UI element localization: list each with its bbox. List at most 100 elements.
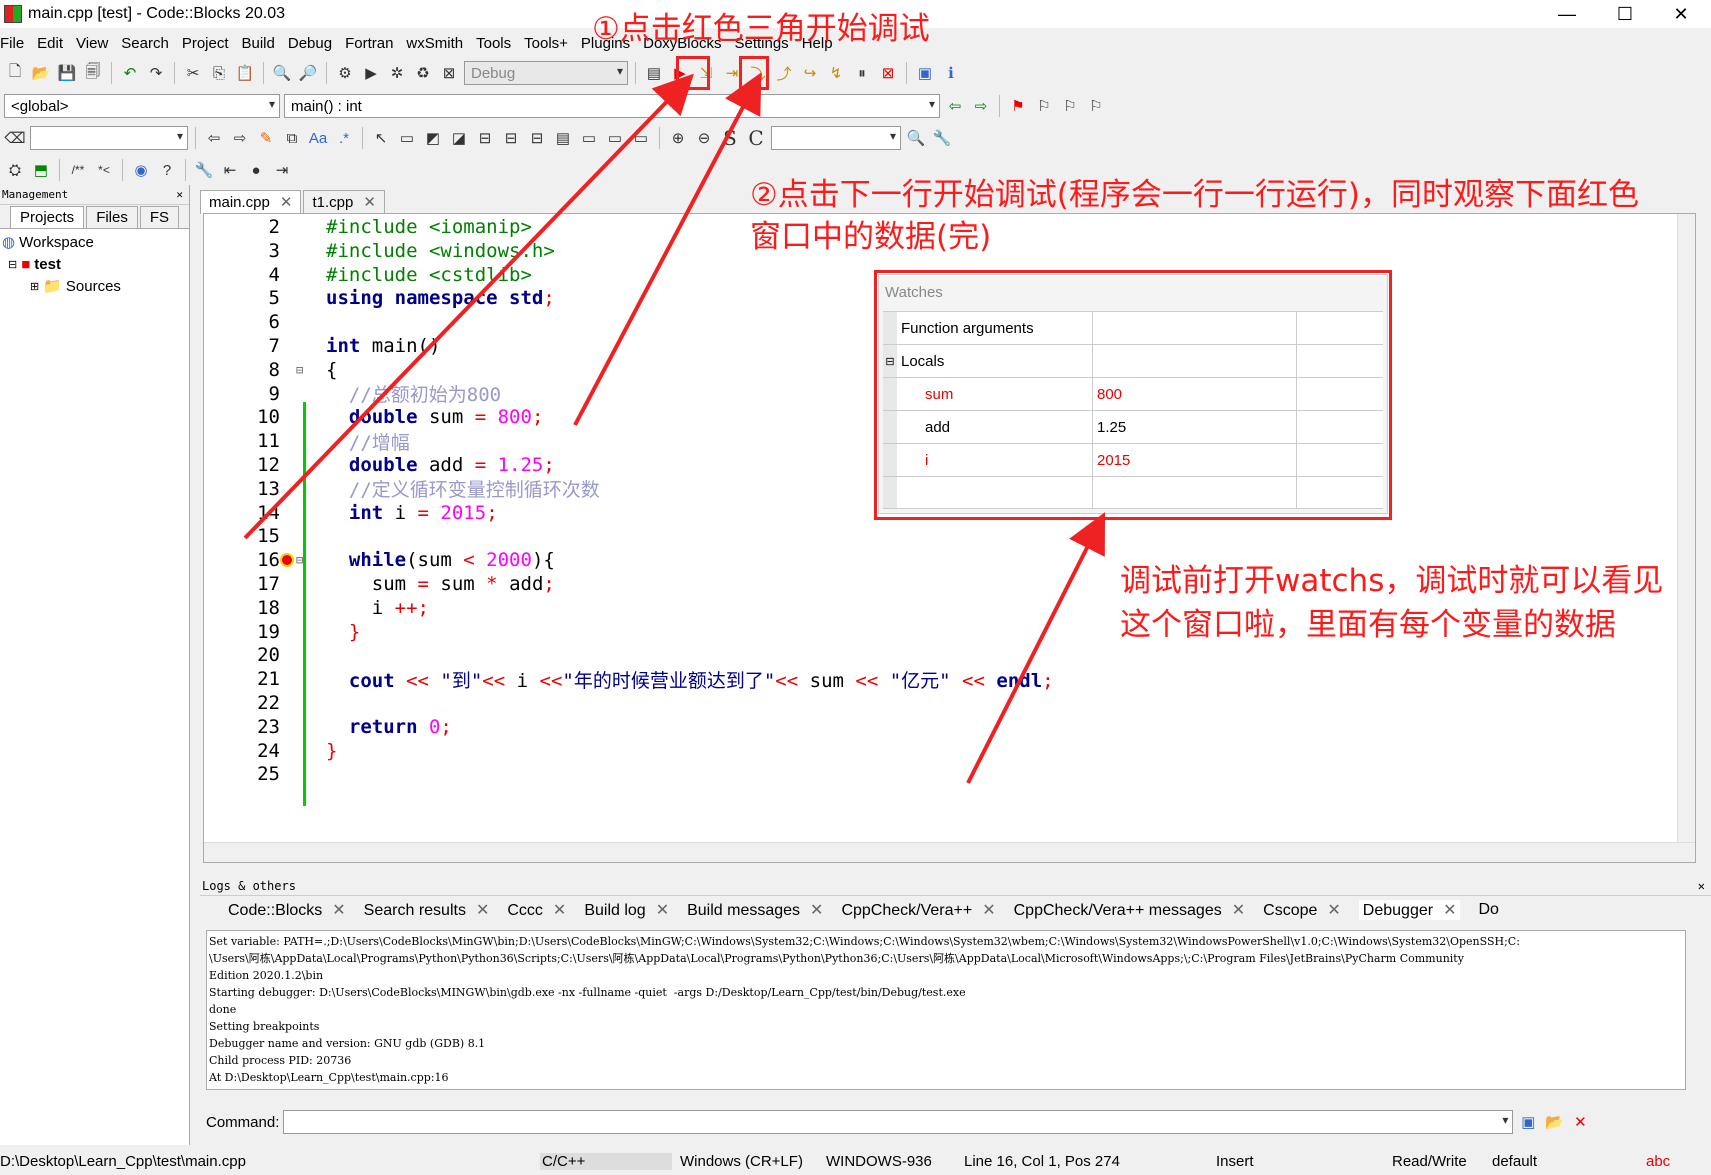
run-icon[interactable]: ▶ xyxy=(360,62,382,84)
debug-start-icon[interactable]: ▶ xyxy=(669,62,691,84)
watch-row[interactable]: Function arguments xyxy=(883,311,1383,344)
doxywizard-icon[interactable]: ⛭ xyxy=(4,159,26,181)
editor-vscrollbar[interactable] xyxy=(1677,214,1695,862)
block-comment-icon[interactable]: /** xyxy=(67,159,89,181)
c-icon[interactable]: C xyxy=(745,126,767,150)
fold-icon[interactable]: ⊟ xyxy=(296,363,303,377)
zoom-combo[interactable]: ▾ xyxy=(771,126,901,150)
tab-cscope[interactable]: Cscope ✕ xyxy=(1263,900,1341,920)
code-line[interactable]: 15 xyxy=(204,523,1694,549)
help-icon[interactable]: ? xyxy=(156,159,178,181)
tab-codeblocks-log[interactable]: Code::Blocks ✕ xyxy=(228,900,346,920)
tab-debugger[interactable]: Debugger ✕ xyxy=(1358,900,1461,920)
tab-build-log[interactable]: Build log ✕ xyxy=(584,900,669,920)
tab-build-messages[interactable]: Build messages ✕ xyxy=(687,900,823,920)
rebuild-icon[interactable]: ♻ xyxy=(412,62,434,84)
menu-view[interactable]: View xyxy=(76,35,108,52)
shape6-icon[interactable]: ▭ xyxy=(604,127,626,149)
cut-icon[interactable]: ✂ xyxy=(182,62,204,84)
shape5-icon[interactable]: ▭ xyxy=(578,127,600,149)
highlight-icon[interactable]: ✎ xyxy=(255,127,277,149)
bookmark-clear-icon[interactable]: ⚐ xyxy=(1085,95,1107,117)
prev-arrow-icon[interactable]: ⇦ xyxy=(944,95,966,117)
jump-dot-icon[interactable]: ● xyxy=(245,159,267,181)
menu-tools[interactable]: Tools xyxy=(476,35,511,52)
code-line[interactable]: 23 return 0; xyxy=(204,714,1694,740)
match-case-icon[interactable]: Aa xyxy=(307,127,329,149)
if-icon[interactable]: ◩ xyxy=(422,127,444,149)
info-icon[interactable]: ℹ xyxy=(940,62,962,84)
menu-build[interactable]: Build xyxy=(242,35,275,52)
shape3-icon[interactable]: ⊟ xyxy=(526,127,548,149)
run-to-cursor-icon[interactable]: ⇲ xyxy=(695,62,717,84)
tab-cccc[interactable]: Cccc ✕ xyxy=(507,900,566,920)
open-icon[interactable]: 📂 xyxy=(30,62,52,84)
save-icon[interactable]: 💾 xyxy=(56,62,78,84)
menu-debug[interactable]: Debug xyxy=(288,35,332,52)
shape4-icon[interactable]: ▤ xyxy=(552,127,574,149)
menu-wxsmith[interactable]: wxSmith xyxy=(406,35,463,52)
copy-icon[interactable]: ⎘ xyxy=(208,62,230,84)
extract-icon[interactable]: ⬒ xyxy=(30,159,52,181)
close-tab-icon[interactable]: ✕ xyxy=(280,194,293,211)
code-line[interactable]: 25 xyxy=(204,761,1694,787)
logs-close-icon[interactable]: ✕ xyxy=(1698,879,1705,893)
line-comment-icon[interactable]: *< xyxy=(93,159,115,181)
tab-projects[interactable]: Projects xyxy=(10,206,85,228)
function-select[interactable]: main() : int ▾ xyxy=(284,94,940,118)
tab-t1-cpp[interactable]: t1.cpp ✕ xyxy=(303,190,385,214)
code-line[interactable]: 24} xyxy=(204,738,1694,764)
watch-row[interactable]: i 2015 xyxy=(883,443,1383,476)
code-line[interactable]: 20 xyxy=(204,642,1694,668)
tree-project[interactable]: ⊟ ■ test xyxy=(2,253,189,275)
menu-fortran[interactable]: Fortran xyxy=(345,35,393,52)
management-close-icon[interactable]: ✕ xyxy=(176,188,183,201)
command-send-icon[interactable]: ▣ xyxy=(1517,1111,1539,1133)
shape7-icon[interactable]: ▭ xyxy=(630,127,652,149)
debug-windows-icon[interactable]: ▣ xyxy=(914,62,936,84)
breakpoint-current-icon[interactable] xyxy=(280,553,294,568)
step-into-icon[interactable]: ⤵ xyxy=(747,62,769,84)
code-line[interactable]: 22 xyxy=(204,690,1694,716)
tab-cppcheck[interactable]: CppCheck/Vera++ ✕ xyxy=(841,900,995,920)
regex-icon[interactable]: .* xyxy=(333,127,355,149)
tab-main-cpp[interactable]: main.cpp ✕ xyxy=(200,190,302,214)
collapse-icon[interactable]: ⊟ xyxy=(8,258,17,271)
find-icon[interactable]: 🔍 xyxy=(271,62,293,84)
fold-icon[interactable]: ⊟ xyxy=(296,553,303,567)
maximize-button[interactable]: ☐ xyxy=(1596,0,1654,28)
pointer-icon[interactable]: ↖ xyxy=(370,127,392,149)
expand-icon[interactable]: ⊞ xyxy=(30,280,39,293)
build-icon[interactable]: ⚙ xyxy=(334,62,356,84)
next-arrow-icon[interactable]: ⇨ xyxy=(970,95,992,117)
menu-file[interactable]: File xyxy=(0,35,24,52)
tab-files[interactable]: Files xyxy=(86,206,138,228)
undo-icon[interactable]: ↶ xyxy=(119,62,141,84)
code-line[interactable]: 21 cout << "到"<< i <<"年的时候营业额达到了"<< sum … xyxy=(204,666,1694,692)
bookmark-prev-icon[interactable]: ⚐ xyxy=(1033,95,1055,117)
pause-icon[interactable]: ⏸ xyxy=(851,62,873,84)
step-out-icon[interactable]: ⤴ xyxy=(773,62,795,84)
menu-project[interactable]: Project xyxy=(182,35,229,52)
shape1-icon[interactable]: ⊟ xyxy=(474,127,496,149)
step-into-instruction-icon[interactable]: ↯ xyxy=(825,62,847,84)
menu-edit[interactable]: Edit xyxy=(37,35,63,52)
show-select-target-icon[interactable]: ▤ xyxy=(643,62,665,84)
command-input[interactable]: ▾ xyxy=(283,1110,1514,1134)
tree-workspace[interactable]: ◍ Workspace xyxy=(2,231,189,253)
menu-tools-plus[interactable]: Tools+ xyxy=(524,35,568,52)
bookmark-icon[interactable]: ⚑ xyxy=(1007,95,1029,117)
watch-row[interactable]: add 1.25 xyxy=(883,410,1383,443)
tab-search-results[interactable]: Search results ✕ xyxy=(364,900,490,920)
tab-do[interactable]: Do xyxy=(1478,901,1498,919)
watch-row[interactable]: ⊟ Locals xyxy=(883,344,1383,377)
tool-wrench-icon[interactable]: 🔧 xyxy=(193,159,215,181)
find-symbol-icon[interactable]: 🔍 xyxy=(905,127,927,149)
close-button[interactable]: ✕ xyxy=(1652,0,1710,28)
close-tab-icon[interactable]: ✕ xyxy=(363,194,376,211)
new-file-icon[interactable]: 🗋 xyxy=(4,62,26,84)
tab-fs[interactable]: FS xyxy=(139,206,180,228)
search-combo[interactable]: ▾ xyxy=(30,126,188,150)
settings-wrench-icon[interactable]: 🔧 xyxy=(931,127,953,149)
redo-icon[interactable]: ↷ xyxy=(145,62,167,84)
